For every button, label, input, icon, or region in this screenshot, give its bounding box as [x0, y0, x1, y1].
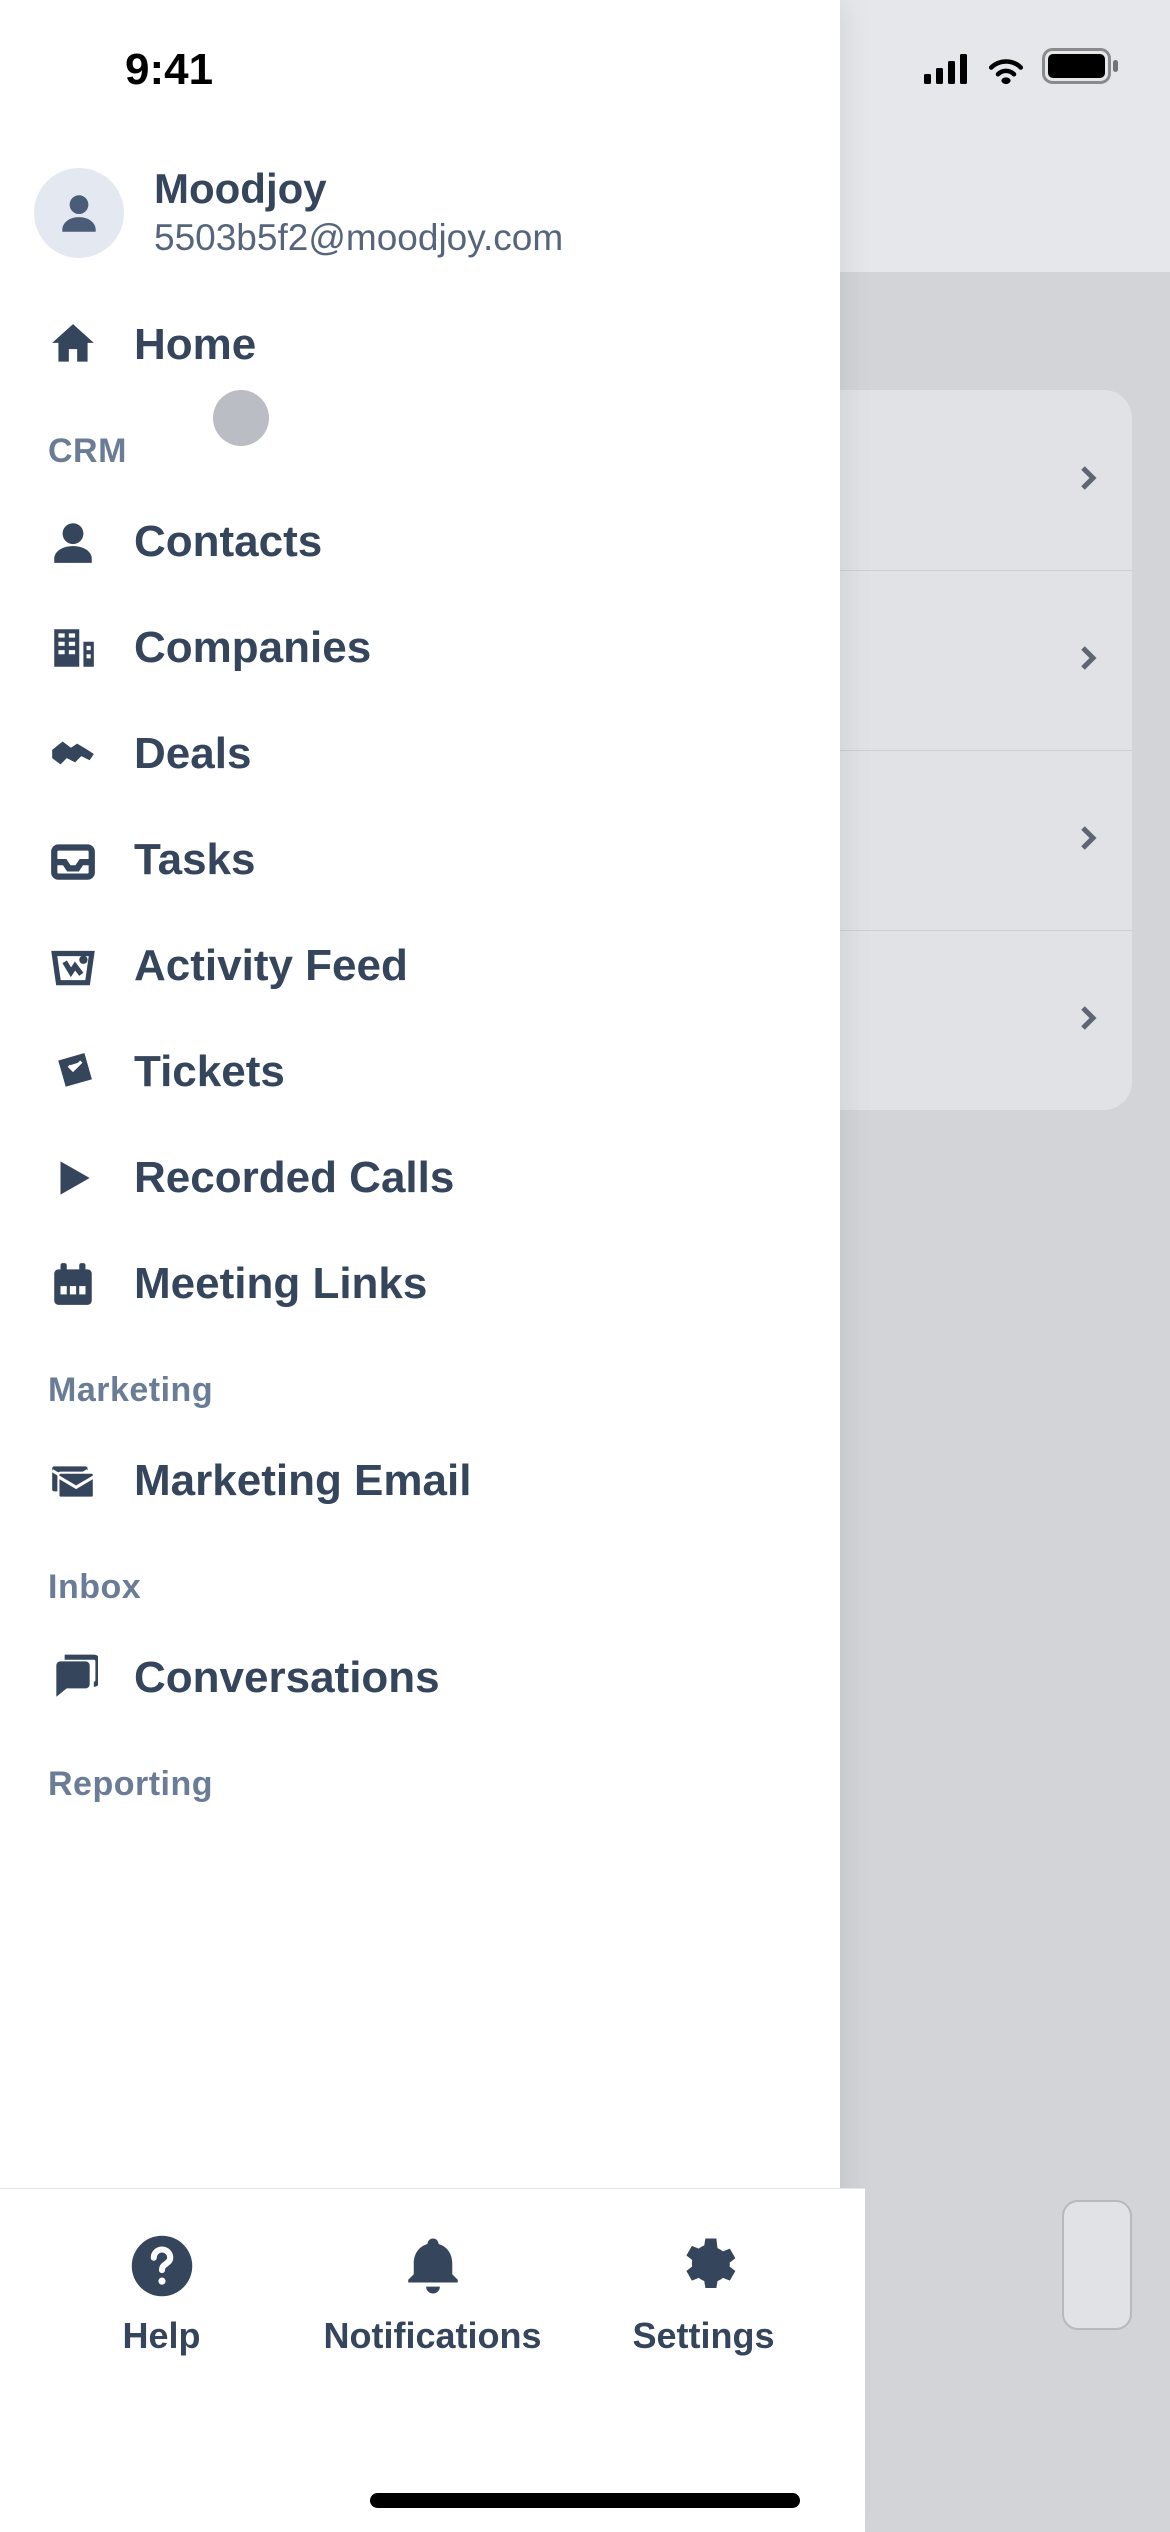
navigation-drawer: Moodjoy 5503b5f2@moodjoy.com Home CRM Co…: [0, 0, 840, 2532]
battery-icon: [1042, 45, 1120, 95]
home-icon: [48, 320, 98, 370]
home-indicator: [370, 2493, 800, 2508]
profile-name: Moodjoy: [154, 164, 563, 214]
section-header-crm: CRM: [0, 398, 840, 489]
contact-icon: [48, 517, 98, 567]
nav-conversations-label: Conversations: [134, 1653, 440, 1703]
bottom-notifications[interactable]: Notifications: [303, 2231, 563, 2357]
background-list-row: [812, 930, 1132, 1110]
help-icon: [127, 2231, 197, 2301]
nav-tasks-label: Tasks: [134, 835, 256, 885]
calendar-icon: [48, 1259, 98, 1309]
nav-contacts-label: Contacts: [134, 517, 322, 567]
activity-icon: [48, 941, 98, 991]
ticket-icon: [48, 1047, 98, 1097]
background-list-row: [812, 570, 1132, 750]
background-button-fragment: [1062, 2200, 1132, 2330]
background-list-row: [812, 750, 1132, 930]
nav-tickets-label: Tickets: [134, 1047, 285, 1097]
background-list-row: [812, 390, 1132, 570]
nav-meeting-label: Meeting Links: [134, 1259, 427, 1309]
bottom-settings[interactable]: Settings: [574, 2231, 834, 2357]
bell-icon: [398, 2231, 468, 2301]
bottom-help-label: Help: [122, 2315, 200, 2357]
chat-icon: [48, 1653, 98, 1703]
nav-companies[interactable]: Companies: [0, 595, 840, 701]
chevron-right-icon: [1068, 818, 1108, 863]
building-icon: [48, 623, 98, 673]
wifi-icon: [984, 45, 1028, 95]
tray-icon: [48, 835, 98, 885]
chevron-right-icon: [1068, 458, 1108, 503]
nav-home[interactable]: Home: [0, 292, 840, 398]
nav-activity-label: Activity Feed: [134, 941, 408, 991]
profile-row[interactable]: Moodjoy 5503b5f2@moodjoy.com: [0, 140, 840, 292]
nav-activity-feed[interactable]: Activity Feed: [0, 913, 840, 1019]
avatar: [34, 168, 124, 258]
handshake-icon: [48, 729, 98, 779]
chevron-right-icon: [1068, 638, 1108, 683]
nav-companies-label: Companies: [134, 623, 371, 673]
nav-meeting-links[interactable]: Meeting Links: [0, 1231, 840, 1337]
nav-marketing-email[interactable]: Marketing Email: [0, 1428, 840, 1534]
bottom-notifications-label: Notifications: [323, 2315, 541, 2357]
play-icon: [48, 1153, 98, 1203]
nav-conversations[interactable]: Conversations: [0, 1625, 840, 1731]
nav-deals-label: Deals: [134, 729, 251, 779]
touch-indicator: [213, 390, 269, 446]
nav-tickets[interactable]: Tickets: [0, 1019, 840, 1125]
chevron-right-icon: [1068, 998, 1108, 1043]
section-header-inbox: Inbox: [0, 1534, 840, 1625]
nav-deals[interactable]: Deals: [0, 701, 840, 807]
nav-tasks[interactable]: Tasks: [0, 807, 840, 913]
status-time: 9:41: [125, 45, 213, 95]
section-header-marketing: Marketing: [0, 1337, 840, 1428]
status-bar: 9:41: [0, 0, 1170, 130]
gear-icon: [669, 2231, 739, 2301]
nav-contacts[interactable]: Contacts: [0, 489, 840, 595]
profile-email: 5503b5f2@moodjoy.com: [154, 214, 563, 262]
nav-home-label: Home: [134, 320, 256, 370]
envelopes-icon: [48, 1456, 98, 1506]
section-header-reporting: Reporting: [0, 1731, 840, 1822]
bottom-help[interactable]: Help: [32, 2231, 292, 2357]
cellular-icon: [924, 45, 970, 95]
nav-marketing-email-label: Marketing Email: [134, 1456, 471, 1506]
drawer-bottom-bar: Help Notifications Settings: [0, 2188, 865, 2532]
nav-recorded-calls[interactable]: Recorded Calls: [0, 1125, 840, 1231]
nav-recorded-label: Recorded Calls: [134, 1153, 454, 1203]
bottom-settings-label: Settings: [632, 2315, 774, 2357]
